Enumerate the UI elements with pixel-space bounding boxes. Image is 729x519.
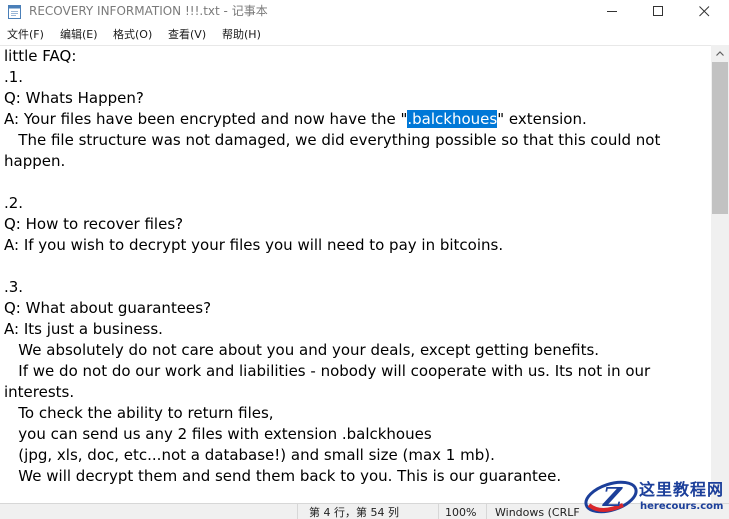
text-line: To check the ability to return files, [4,404,274,422]
maximize-button[interactable] [636,0,682,22]
minimize-icon [607,11,617,12]
watermark-title: 这里教程网 [639,480,725,499]
chevron-up-icon [716,51,724,56]
text-line-cursor: A: Your files have been encrypted and no… [4,109,587,130]
watermark: Z 这里教程网 herecours.com [583,474,729,519]
watermark-logo: Z [584,480,638,514]
text-line: We absolutely do not care about you and … [4,341,600,359]
text-line: A: Its just a business. [4,320,163,338]
text-line: The file structure was not damaged, we d… [4,131,661,149]
scroll-up-button[interactable] [711,45,729,62]
text-line: .3. [4,278,24,296]
vertical-scrollbar[interactable] [711,45,729,503]
window-title: RECOVERY INFORMATION !!!.txt - 记事本 [29,4,268,18]
menu-file[interactable]: 文件(F) [7,27,44,42]
text-line: .2. [4,194,24,212]
close-icon [699,6,710,17]
text-line: Q: How to recover files? [4,215,184,233]
text-line: Q: What about guarantees? [4,299,212,317]
title-bar[interactable]: RECOVERY INFORMATION !!!.txt - 记事本 [0,0,729,23]
menu-view[interactable]: 查看(V) [168,27,206,42]
menu-help[interactable]: 帮助(H) [222,27,261,42]
text-line: little FAQ: [4,47,77,65]
minimize-button[interactable] [590,0,636,22]
text-line: happen. [4,152,66,170]
watermark-url: herecours.com [640,501,724,512]
text-line: We will decrypt them and send them back … [4,467,562,485]
text-line: Q: Whats Happen? [4,89,144,107]
text-before-selection: A: Your files have been encrypted and no… [4,110,408,128]
close-button[interactable] [682,0,728,22]
maximize-icon [653,6,663,16]
text-line: (jpg, xls, doc, etc...not a database!) a… [4,446,495,464]
status-cell-zoom: 100% [438,504,487,519]
svg-text:Z: Z [602,483,623,513]
menu-format[interactable]: 格式(O) [113,27,152,42]
text-line: you can send us any 2 files with extensi… [4,425,432,443]
notepad-window: RECOVERY INFORMATION !!!.txt - 记事本 文件(F)… [0,0,729,519]
selected-text: .balckhoues [407,110,498,128]
menu-bar: 文件(F) 编辑(E) 格式(O) 查看(V) 帮助(H) [0,23,729,45]
text-after-selection: " extension. [497,110,587,128]
text-editor[interactable]: little FAQ: .1. Q: Whats Happen? A: Your… [0,45,711,504]
status-cell-position: 第 4 行，第 54 列 [297,504,439,519]
cursor-position: 第 4 行，第 54 列 [309,506,399,519]
text-line: A: If you wish to decrypt your files you… [4,236,504,254]
notepad-icon [8,5,21,19]
zoom-level: 100% [445,506,477,519]
text-line: .1. [4,68,24,86]
scroll-thumb[interactable] [712,62,728,214]
line-ending: Windows (CRLF [495,506,580,519]
menu-edit[interactable]: 编辑(E) [60,27,98,42]
text-line: interests. [4,383,75,401]
text-line: If we do not do our work and liabilities… [4,362,651,380]
